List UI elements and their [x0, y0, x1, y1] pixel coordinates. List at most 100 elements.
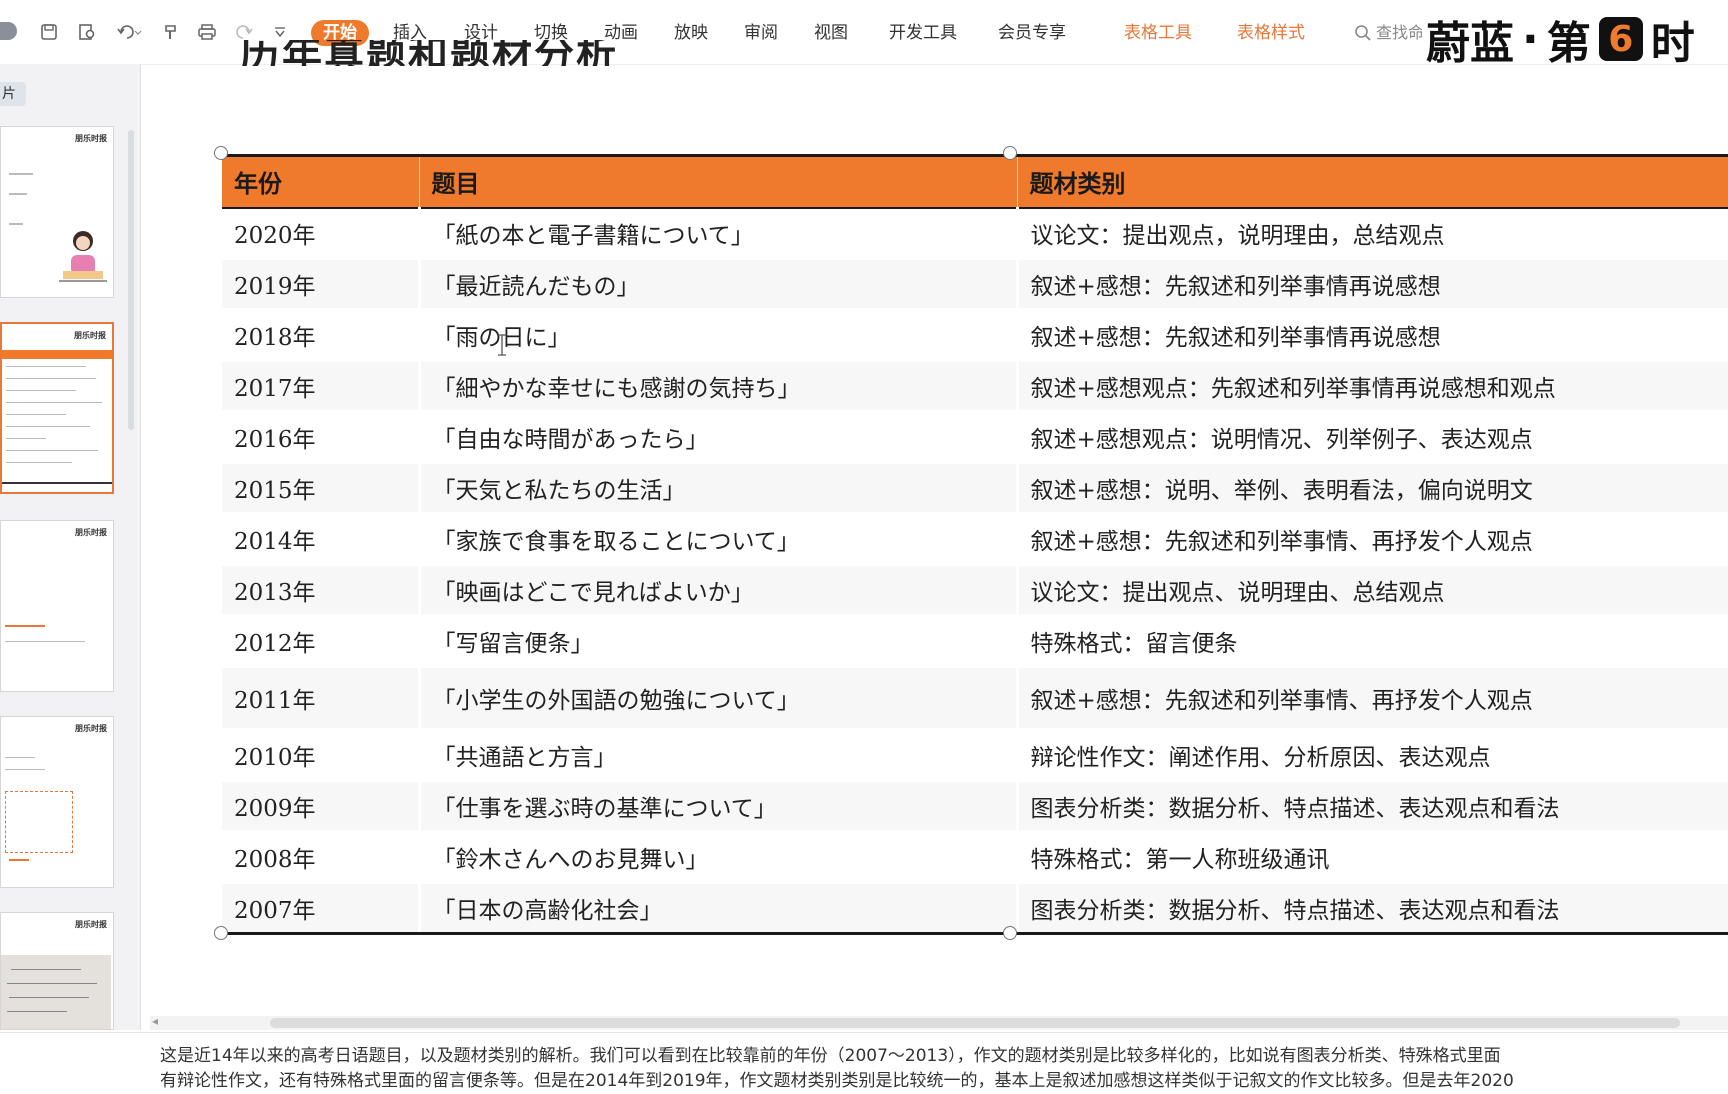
year-cell[interactable]: 2010年 — [222, 729, 419, 782]
redo-icon[interactable] — [234, 22, 256, 42]
girl-illustration-icon — [57, 227, 109, 287]
thumbnail-scrollbar[interactable] — [128, 130, 134, 430]
title-cell[interactable]: 「紙の本と電子書籍について」 — [417, 207, 1017, 260]
category-cell[interactable]: 叙述+感想观点：先叙述和列举事情再说感想和观点 — [1015, 360, 1728, 413]
slide-thumbnail-2-selected[interactable]: 朋乐时报 — [0, 322, 114, 494]
format-painter-icon[interactable] — [160, 22, 182, 42]
year-cell[interactable]: 2018年 — [222, 309, 419, 362]
category-cell[interactable]: 辩论性作文：阐述作用、分析原因、表达观点 — [1015, 729, 1728, 782]
notes-line-1: 这是近14年以来的高考日语题目，以及题材类别的解析。我们可以看到在比较靠前的年份… — [160, 1046, 1501, 1066]
header-category[interactable]: 题材类别 — [1016, 154, 1728, 209]
title-cell[interactable]: 「写留言便条」 — [417, 615, 1017, 668]
category-cell[interactable]: 叙述+感想：先叙述和列举事情、再抒发个人观点 — [1015, 513, 1728, 566]
brand-text-right-a: 第 — [1546, 18, 1591, 69]
table-row: 2019年 「最近読んだもの」 叙述+感想：先叙述和列举事情再说感想 — [222, 258, 1728, 311]
year-cell[interactable]: 2007年 — [222, 882, 419, 935]
year-cell[interactable]: 2012年 — [222, 615, 419, 668]
title-cell[interactable]: 「最近読んだもの」 — [417, 258, 1017, 311]
speaker-notes[interactable]: 这是近14年以来的高考日语题目，以及题材类别的解析。我们可以看到在比较靠前的年份… — [0, 1032, 1728, 1091]
resize-handle-bottom-middle[interactable] — [1003, 926, 1017, 940]
year-cell[interactable]: 2011年 — [222, 666, 419, 731]
tab-table-tools[interactable]: 表格工具 — [1124, 20, 1192, 46]
slide-thumbnail-3[interactable]: 朋乐时报 — [0, 520, 114, 692]
print-icon[interactable] — [196, 22, 218, 42]
table-row: 2020年 「紙の本と電子書籍について」 议论文：提出观点，说明理由，总结观点 — [222, 207, 1728, 260]
category-cell[interactable]: 叙述+感想观点：说明情况、列举例子、表达观点 — [1015, 411, 1728, 464]
tab-member[interactable]: 会员专享 — [998, 20, 1066, 46]
brand-six-badge: 6 — [1598, 17, 1643, 61]
tab-table-style[interactable]: 表格样式 — [1237, 20, 1305, 46]
year-cell[interactable]: 2008年 — [222, 831, 419, 884]
scroll-left-arrow-icon[interactable]: ◂ — [152, 1014, 158, 1028]
status-pill[interactable] — [0, 22, 17, 40]
resize-handle-top-middle[interactable] — [1003, 146, 1017, 160]
resize-handle-top-left[interactable] — [214, 146, 228, 160]
tab-developer-tools[interactable]: 开发工具 — [889, 20, 957, 46]
year-cell[interactable]: 2014年 — [222, 513, 419, 566]
header-title[interactable]: 题目 — [418, 154, 1017, 209]
more-icon[interactable] — [272, 22, 288, 42]
slide-thumbnail-5[interactable]: 朋乐时报 — [0, 912, 114, 1030]
year-cell[interactable]: 2019年 — [222, 258, 419, 311]
title-cell[interactable]: 「細やかな幸せにも感謝の気持ち」 — [417, 360, 1017, 413]
category-cell[interactable]: 图表分析类：数据分析、特点描述、表达观点和看法 — [1015, 882, 1728, 935]
tab-review[interactable]: 审阅 — [744, 20, 778, 46]
category-cell[interactable]: 图表分析类：数据分析、特点描述、表达观点和看法 — [1015, 780, 1728, 833]
title-cell[interactable]: 「天気と私たちの生活」 — [417, 462, 1017, 515]
print-preview-icon[interactable] — [76, 22, 98, 42]
resize-handle-bottom-left[interactable] — [214, 926, 228, 940]
tab-slideshow[interactable]: 放映 — [674, 20, 708, 46]
thumb-brand: 朋乐时报 — [75, 724, 107, 733]
thumb-brand: 朋乐时报 — [74, 331, 106, 340]
year-cell[interactable]: 2017年 — [222, 360, 419, 413]
category-cell[interactable]: 叙述+感想：先叙述和列举事情、再抒发个人观点 — [1015, 666, 1728, 731]
category-cell[interactable]: 特殊格式：留言便条 — [1015, 615, 1728, 668]
table-row: 2014年 「家族で食事を取ることについて」 叙述+感想：先叙述和列举事情、再抒发个… — [222, 513, 1728, 566]
panel-label[interactable]: 片 — [0, 82, 26, 106]
title-cell[interactable]: 「共通語と方言」 — [417, 729, 1017, 782]
table-row: 2007年 「日本の高齢化社会」 图表分析类：数据分析、特点描述、表达观点和看法 — [222, 882, 1728, 935]
category-cell[interactable]: 特殊格式：第一人称班级通讯 — [1015, 831, 1728, 884]
slide-thumbnail-1[interactable]: 朋乐时报 — [0, 126, 114, 298]
table-row: 2017年 「細やかな幸せにも感謝の気持ち」 叙述+感想观点：先叙述和列举事情再说感… — [222, 360, 1728, 413]
text-cursor-icon — [497, 334, 507, 356]
table-row: 2009年 「仕事を選ぶ時の基準について」 图表分析类：数据分析、特点描述、表达观点… — [222, 780, 1728, 833]
title-cell[interactable]: 「仕事を選ぶ時の基準について」 — [417, 780, 1017, 833]
year-cell[interactable]: 2009年 — [222, 780, 419, 833]
search-placeholder: 查找命 — [1376, 23, 1425, 42]
brand-text-left: 蔚蓝 — [1426, 18, 1514, 69]
category-cell[interactable]: 叙述+感想：先叙述和列举事情再说感想 — [1015, 258, 1728, 311]
undo-icon[interactable] — [114, 22, 144, 42]
brand-logo: 蔚蓝 · 第 6 时 — [1422, 13, 1695, 69]
slide-heading: 历年真题和题材分析 — [240, 40, 640, 66]
title-cell[interactable]: 「家族で食事を取ることについて」 — [417, 513, 1017, 566]
title-cell[interactable]: 「雨の日に」 — [417, 309, 1017, 362]
title-cell[interactable]: 「鈴木さんへのお見舞い」 — [417, 831, 1017, 884]
year-cell[interactable]: 2013年 — [222, 564, 419, 617]
title-cell[interactable]: 「小学生の外国語の勉強について」 — [417, 666, 1017, 731]
thumb-brand: 朋乐时报 — [75, 134, 107, 143]
header-year[interactable]: 年份 — [222, 154, 419, 209]
save-icon[interactable] — [38, 22, 60, 42]
exam-topics-table[interactable]: 年份 题目 题材类别 2020年 「紙の本と電子書籍について」 议论文：提出观点，说… — [222, 154, 1728, 935]
title-cell[interactable]: 「自由な時間があったら」 — [417, 411, 1017, 464]
category-cell[interactable]: 叙述+感想：说明、举例、表明看法，偏向说明文 — [1015, 462, 1728, 515]
search-box[interactable]: 查找命 — [1354, 20, 1424, 46]
title-cell[interactable]: 「日本の高齢化社会」 — [417, 882, 1017, 935]
horizontal-scroll-thumb[interactable] — [270, 1018, 1680, 1028]
brand-dot: · — [1522, 13, 1539, 65]
category-cell[interactable]: 议论文：提出观点，说明理由，总结观点 — [1015, 207, 1728, 260]
category-cell[interactable]: 议论文：提出观点、说明理由、总结观点 — [1015, 564, 1728, 617]
year-cell[interactable]: 2020年 — [222, 207, 419, 260]
year-cell[interactable]: 2016年 — [222, 411, 419, 464]
table-row: 2015年 「天気と私たちの生活」 叙述+感想：说明、举例、表明看法，偏向说明文 — [222, 462, 1728, 515]
thumb-brand: 朋乐时报 — [75, 528, 107, 537]
title-cell[interactable]: 「映画はどこで見ればよいか」 — [417, 564, 1017, 617]
category-cell[interactable]: 叙述+感想：先叙述和列举事情再说感想 — [1015, 309, 1728, 362]
slide-thumbnail-4[interactable]: 朋乐时报 — [0, 716, 114, 888]
table-row: 2012年 「写留言便条」 特殊格式：留言便条 — [222, 615, 1728, 668]
tab-view[interactable]: 视图 — [814, 20, 848, 46]
table-row: 2013年 「映画はどこで見ればよいか」 议论文：提出观点、说明理由、总结观点 — [222, 564, 1728, 617]
table-row: 2018年 「雨の日に」 叙述+感想：先叙述和列举事情再说感想 — [222, 309, 1728, 362]
year-cell[interactable]: 2015年 — [222, 462, 419, 515]
